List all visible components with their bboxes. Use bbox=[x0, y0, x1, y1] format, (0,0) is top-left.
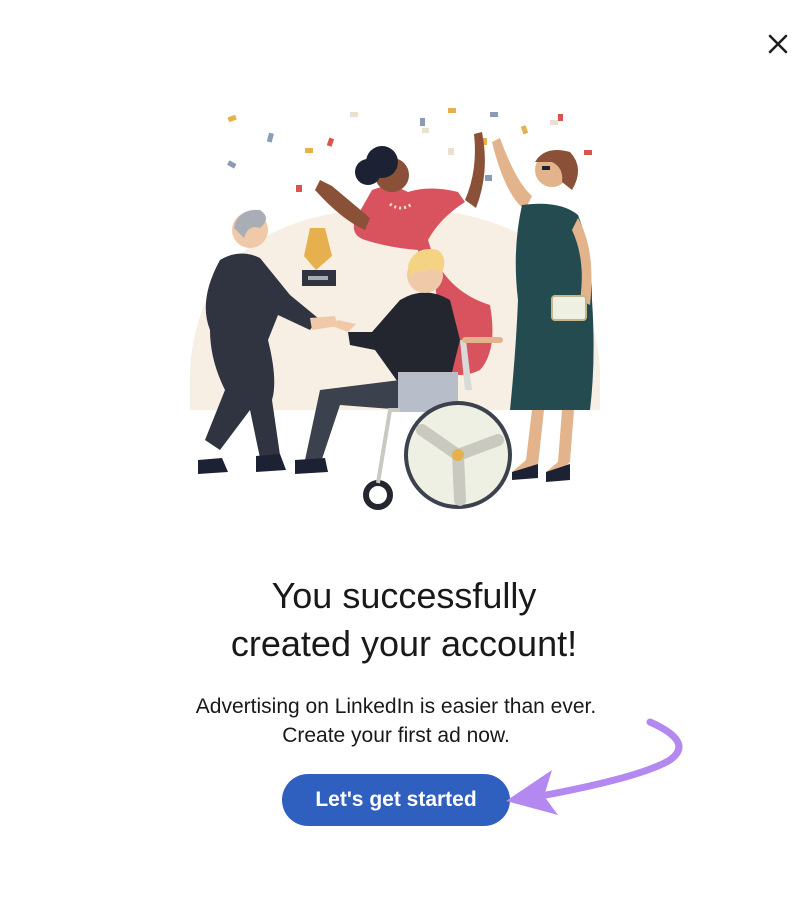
close-icon bbox=[768, 34, 788, 54]
confetti-decoration bbox=[227, 108, 592, 192]
celebration-illustration bbox=[190, 108, 600, 510]
get-started-button[interactable]: Let's get started bbox=[282, 774, 510, 826]
account-created-dialog: You successfully created your account! A… bbox=[0, 0, 808, 910]
annotation-arrow-icon bbox=[506, 718, 683, 815]
headline-line-2: created your account! bbox=[230, 623, 578, 664]
close-button[interactable] bbox=[760, 26, 796, 62]
headline-line-1: You successfully bbox=[271, 575, 537, 616]
success-headline: You successfully created your account! bbox=[0, 572, 808, 668]
